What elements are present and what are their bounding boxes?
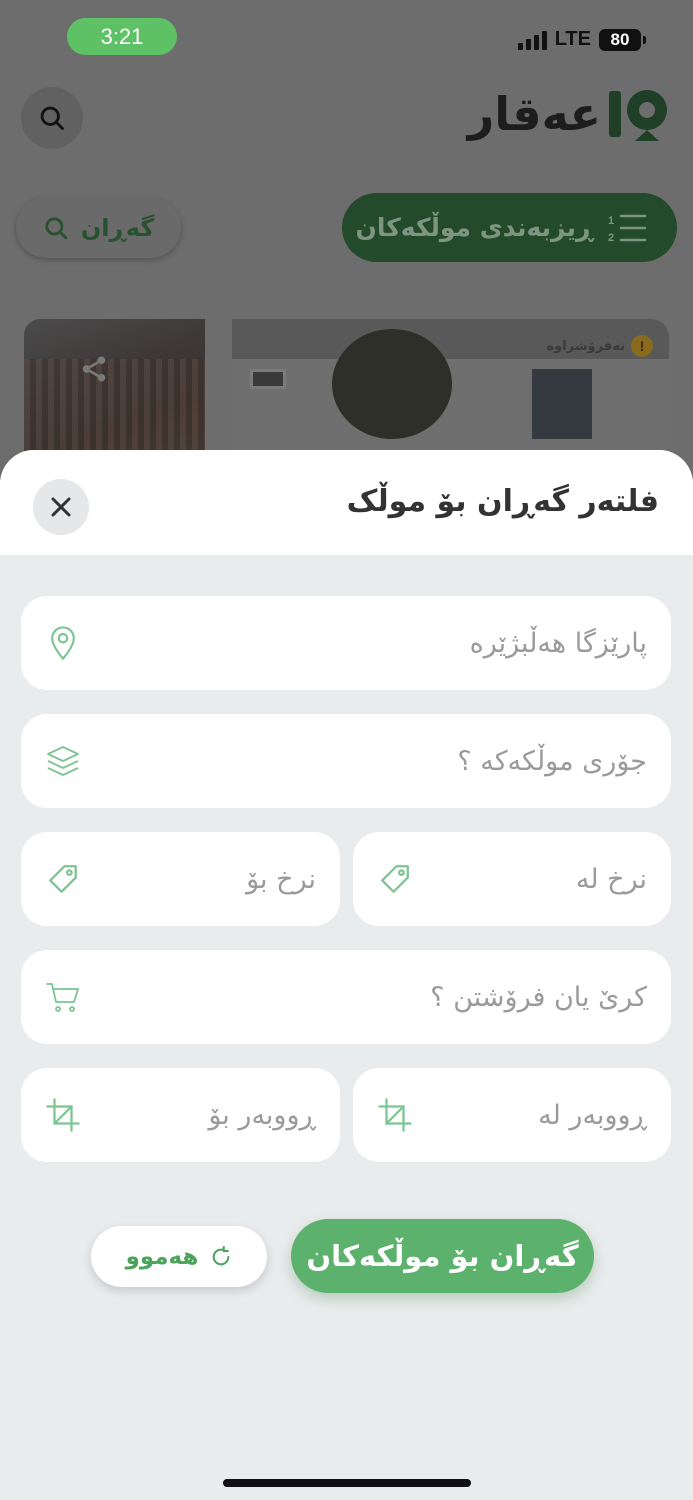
svg-text:1: 1 (608, 215, 614, 227)
find-label: گەڕان (80, 213, 155, 242)
share-icon (82, 356, 106, 382)
location-placeholder: پارێزگا هەڵبژێرە (469, 627, 647, 659)
sort-label: ڕیزبەندی موڵکەکان (355, 213, 593, 242)
price-to-placeholder: نرخ بۆ (246, 863, 316, 895)
svg-text:2: 2 (608, 232, 614, 244)
location-pin-icon (45, 625, 81, 661)
header-search-button[interactable] (21, 87, 83, 149)
find-button[interactable]: گەڕان (16, 197, 181, 258)
sort-properties-button[interactable]: ڕیزبەندی موڵکەکان 1 2 (342, 193, 677, 262)
close-icon (51, 497, 71, 517)
app-logo: عەقار (468, 82, 669, 146)
status-indicators: LTE 80 (517, 28, 646, 51)
logo-text: عەقار (467, 87, 602, 141)
reset-all-button[interactable]: هەموو (91, 1226, 267, 1287)
price-from-input[interactable]: نرخ لە (353, 832, 671, 926)
area-from-input[interactable]: ڕووبەر لە (353, 1068, 671, 1162)
location-select[interactable]: پارێزگا هەڵبژێرە (21, 596, 671, 690)
area-from-placeholder: ڕووبەر لە (538, 1099, 647, 1131)
signal-icon (517, 30, 547, 50)
home-indicator (223, 1479, 471, 1487)
warning-icon: ! (631, 335, 653, 357)
badge-label: نەفرۆشراوە (546, 338, 625, 354)
search-icon (45, 216, 67, 239)
price-to-input[interactable]: نرخ بۆ (21, 832, 340, 926)
layers-icon (45, 743, 81, 779)
logo-mark-icon (609, 90, 667, 141)
cart-icon (45, 979, 81, 1015)
refresh-icon (213, 1245, 230, 1265)
price-tag-icon (377, 861, 413, 897)
property-type-select[interactable]: جۆری موڵکەکە ؟ (21, 714, 671, 808)
rent-or-sale-placeholder: کرێ یان فرۆشتن ؟ (430, 981, 647, 1013)
property-type-placeholder: جۆری موڵکەکە ؟ (457, 745, 647, 777)
network-label: LTE (554, 28, 591, 50)
price-from-placeholder: نرخ لە (575, 863, 647, 895)
area-to-input[interactable]: ڕووبەر بۆ (21, 1068, 340, 1162)
crop-icon (45, 1097, 81, 1133)
battery-icon: 80 (599, 28, 646, 51)
status-badge: نەفرۆشراوە ! (546, 335, 653, 357)
price-tag-icon (45, 861, 81, 897)
listing-photo[interactable]: نەفرۆشراوە ! (232, 319, 669, 459)
sheet-header: فلتەر گەڕان بۆ موڵک (0, 450, 693, 555)
status-time: 3:21 (67, 18, 177, 55)
rent-or-sale-select[interactable]: کرێ یان فرۆشتن ؟ (21, 950, 671, 1044)
listing-photo[interactable] (24, 319, 205, 459)
reset-all-label: هەموو (125, 1243, 199, 1270)
search-properties-button[interactable]: گەڕان بۆ موڵکەکان (291, 1219, 594, 1293)
close-button[interactable] (33, 479, 89, 535)
filter-sheet: فلتەر گەڕان بۆ موڵک پارێزگا هەڵبژێرە جۆر… (0, 450, 693, 1500)
search-icon (40, 106, 64, 130)
area-to-placeholder: ڕووبەر بۆ (208, 1099, 316, 1131)
sort-list-icon: 1 2 (608, 214, 647, 244)
crop-icon (377, 1097, 413, 1133)
sheet-title: فلتەر گەڕان بۆ موڵک (346, 484, 659, 519)
